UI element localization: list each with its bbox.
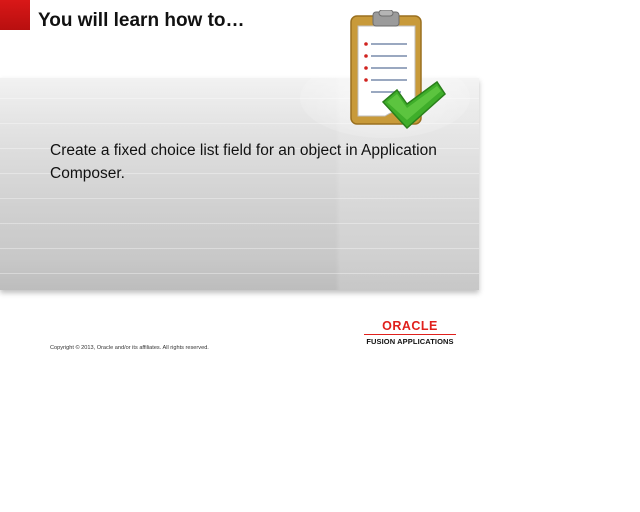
- accent-red-block: [0, 0, 30, 30]
- copyright-notice: Copyright © 2013, Oracle and/or its affi…: [50, 345, 209, 351]
- learning-objective-text: Create a fixed choice list field for an …: [50, 142, 437, 182]
- page-title: You will learn how to…: [38, 10, 245, 31]
- clipboard-checkmark-icon: [350, 10, 446, 130]
- logo-divider: [364, 334, 456, 335]
- fusion-applications-label: FUSION APPLICATIONS: [366, 337, 454, 346]
- oracle-logo-word: ORACLE: [382, 319, 438, 333]
- oracle-fusion-logo: ORACLE FUSION APPLICATIONS: [362, 319, 458, 346]
